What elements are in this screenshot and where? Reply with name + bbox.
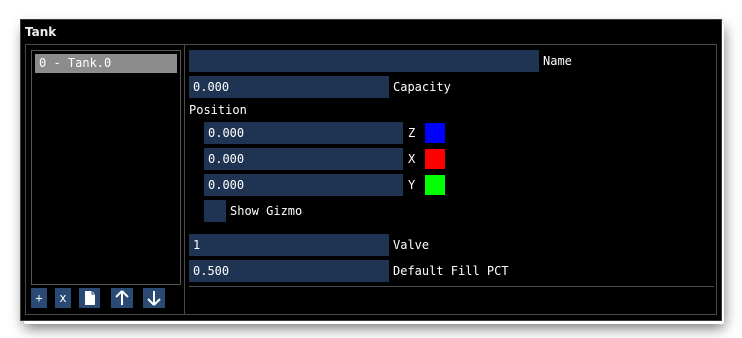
default-fill-pct-label: Default Fill PCT [393, 264, 509, 278]
vertical-divider [184, 45, 185, 314]
copy-icon [84, 291, 95, 305]
position-x-label: X [408, 152, 416, 166]
add-button[interactable]: + [31, 288, 47, 308]
capacity-label: Capacity [393, 80, 451, 94]
arrow-down-icon [147, 291, 161, 306]
position-y-label: Y [408, 178, 416, 192]
position-label: Position [189, 103, 247, 117]
add-label: + [35, 291, 43, 305]
panel-body: 0 - Tank.0 + x Name 0.000 Capacity Posit… [25, 44, 717, 315]
valve-input[interactable]: 1 [189, 234, 389, 256]
valve-label: Valve [393, 238, 430, 252]
move-up-button[interactable] [111, 288, 133, 308]
remove-label: x [59, 291, 67, 305]
panel-title: Tank [25, 25, 57, 39]
duplicate-button[interactable] [79, 288, 100, 308]
list-item[interactable]: 0 - Tank.0 [35, 54, 177, 73]
capacity-input[interactable]: 0.000 [189, 76, 389, 98]
arrow-up-icon [115, 290, 129, 305]
name-label: Name [543, 54, 572, 68]
show-gizmo-checkbox[interactable] [204, 200, 226, 222]
tank-panel: Tank 0 - Tank.0 + x Name 0.000 Capacity … [20, 19, 722, 321]
default-fill-pct-input[interactable]: 0.500 [189, 260, 389, 282]
move-down-button[interactable] [143, 288, 165, 308]
y-axis-color-swatch[interactable] [425, 175, 445, 195]
position-z-input[interactable]: 0.000 [204, 122, 403, 144]
x-axis-color-swatch[interactable] [425, 149, 445, 169]
tank-list[interactable]: 0 - Tank.0 [31, 50, 181, 285]
remove-button[interactable]: x [55, 288, 71, 308]
position-x-input[interactable]: 0.000 [204, 148, 403, 170]
section-divider [189, 286, 714, 287]
name-input[interactable] [189, 50, 539, 72]
z-axis-color-swatch[interactable] [425, 123, 445, 143]
show-gizmo-label: Show Gizmo [230, 204, 303, 218]
position-z-label: Z [408, 126, 416, 140]
position-y-input[interactable]: 0.000 [204, 174, 403, 196]
